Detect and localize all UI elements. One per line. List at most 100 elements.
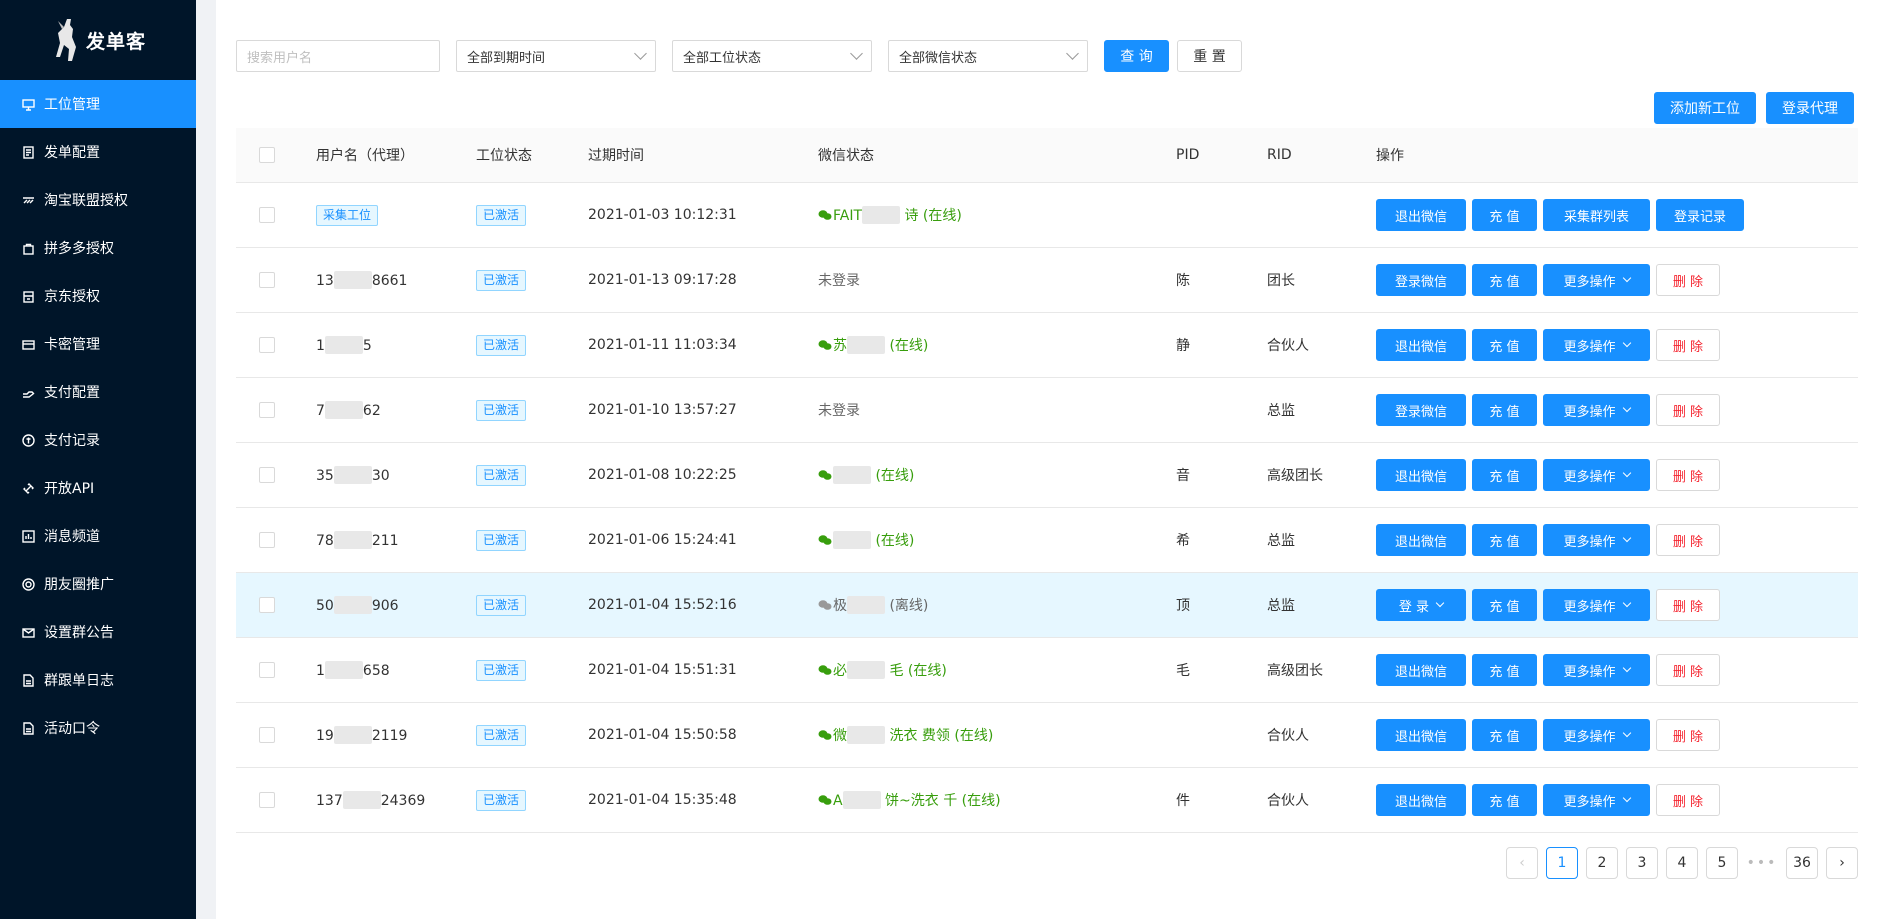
op-button-0[interactable]: 退出微信 <box>1376 329 1466 361</box>
sidebar-item-12[interactable]: 群跟单日志 <box>0 656 196 704</box>
expire-time-select[interactable]: 全部到期时间 <box>456 40 656 72</box>
chevron-down-icon <box>1622 468 1631 478</box>
page-5-button[interactable]: 5 <box>1706 847 1738 879</box>
op-button-2[interactable]: 更多操作 <box>1543 264 1650 296</box>
op-button-2[interactable]: 采集群列表 <box>1543 199 1650 231</box>
page-2-button[interactable]: 2 <box>1586 847 1618 879</box>
page-4-button[interactable]: 4 <box>1666 847 1698 879</box>
op-button-0[interactable]: 退出微信 <box>1376 524 1466 556</box>
op-button-2[interactable]: 更多操作 <box>1543 589 1650 621</box>
op-button-0[interactable]: 退出微信 <box>1376 199 1466 231</box>
wechat-icon <box>818 663 833 679</box>
sidebar-item-2[interactable]: 淘宝联盟授权 <box>0 176 196 224</box>
prev-page-button[interactable]: ‹ <box>1506 847 1538 879</box>
op-button-2[interactable]: 更多操作 <box>1543 394 1650 426</box>
cell-ops: 登录微信 充 值 更多操作 删 除 <box>1376 264 1858 296</box>
select-all-checkbox[interactable] <box>259 147 275 163</box>
row-checkbox[interactable] <box>259 597 275 613</box>
station-status-select[interactable]: 全部工位状态 <box>672 40 872 72</box>
op-button-3[interactable]: 删 除 <box>1656 459 1720 491</box>
row-checkbox[interactable] <box>259 662 275 678</box>
op-button-0[interactable]: 退出微信 <box>1376 719 1466 751</box>
op-button-3[interactable]: 删 除 <box>1656 394 1720 426</box>
op-button-0[interactable]: 登录微信 <box>1376 264 1466 296</box>
cell-status: 已激活 <box>476 334 588 356</box>
op-button-1[interactable]: 充 值 <box>1472 264 1537 296</box>
op-button-0[interactable]: 登 录 <box>1376 589 1466 621</box>
op-button-3[interactable]: 删 除 <box>1656 264 1720 296</box>
row-checkbox[interactable] <box>259 272 275 288</box>
op-label: 登录记录 <box>1673 209 1726 225</box>
wechat-status: 微 洗衣 费领 (在线) <box>818 726 993 744</box>
op-button-0[interactable]: 退出微信 <box>1376 784 1466 816</box>
op-label: 删 除 <box>1672 534 1704 550</box>
op-button-2[interactable]: 更多操作 <box>1543 654 1650 686</box>
op-button-1[interactable]: 充 值 <box>1472 329 1537 361</box>
op-button-3[interactable]: 登录记录 <box>1656 199 1744 231</box>
row-checkbox[interactable] <box>259 727 275 743</box>
sidebar-item-3[interactable]: 拼多多授权 <box>0 224 196 272</box>
row-checkbox[interactable] <box>259 207 275 223</box>
cell-pid: 陈 <box>1176 273 1190 289</box>
cell-ops: 退出微信 充 值 更多操作 删 除 <box>1376 784 1858 816</box>
op-button-2[interactable]: 更多操作 <box>1543 784 1650 816</box>
sidebar-item-9[interactable]: 消息频道 <box>0 512 196 560</box>
op-button-3[interactable]: 删 除 <box>1656 524 1720 556</box>
row-checkbox[interactable] <box>259 532 275 548</box>
sidebar-item-6[interactable]: 支付配置 <box>0 368 196 416</box>
sidebar-item-11[interactable]: 设置群公告 <box>0 608 196 656</box>
op-button-3[interactable]: 删 除 <box>1656 784 1720 816</box>
op-button-2[interactable]: 更多操作 <box>1543 459 1650 491</box>
op-button-3[interactable]: 删 除 <box>1656 589 1720 621</box>
op-button-3[interactable]: 删 除 <box>1656 719 1720 751</box>
op-button-1[interactable]: 充 值 <box>1472 459 1537 491</box>
sidebar-item-13[interactable]: 活动口令 <box>0 704 196 752</box>
row-checkbox[interactable] <box>259 402 275 418</box>
query-button[interactable]: 查 询 <box>1104 40 1169 72</box>
op-button-2[interactable]: 更多操作 <box>1543 719 1650 751</box>
status-badge: 已激活 <box>476 399 527 421</box>
op-button-1[interactable]: 充 值 <box>1472 394 1537 426</box>
next-page-button[interactable]: › <box>1826 847 1858 879</box>
op-button-1[interactable]: 充 值 <box>1472 199 1537 231</box>
row-checkbox[interactable] <box>259 337 275 353</box>
app-logo[interactable]: 发单客 <box>0 0 196 80</box>
op-button-2[interactable]: 更多操作 <box>1543 329 1650 361</box>
op-button-0[interactable]: 退出微信 <box>1376 459 1466 491</box>
row-checkbox[interactable] <box>259 467 275 483</box>
op-button-1[interactable]: 充 值 <box>1472 784 1537 816</box>
add-station-button[interactable]: 添加新工位 <box>1654 92 1756 124</box>
op-button-3[interactable]: 删 除 <box>1656 329 1720 361</box>
op-button-1[interactable]: 充 值 <box>1472 654 1537 686</box>
wechat-status-select[interactable]: 全部微信状态 <box>888 40 1088 72</box>
sidebar-item-4[interactable]: 京东授权 <box>0 272 196 320</box>
op-button-3[interactable]: 删 除 <box>1656 654 1720 686</box>
op-button-1[interactable]: 充 值 <box>1472 589 1537 621</box>
sidebar-item-8[interactable]: 开放API <box>0 464 196 512</box>
op-button-1[interactable]: 充 值 <box>1472 719 1537 751</box>
page-1-button[interactable]: 1 <box>1546 847 1578 879</box>
sidebar-item-10[interactable]: 朋友圈推广 <box>0 560 196 608</box>
chevron-down-icon <box>634 47 647 60</box>
login-proxy-button[interactable]: 登录代理 <box>1766 92 1854 124</box>
page-ellipsis[interactable]: ••• <box>1746 847 1778 879</box>
op-label: 登录微信 <box>1394 404 1447 420</box>
op-button-0[interactable]: 退出微信 <box>1376 654 1466 686</box>
search-input[interactable]: 搜索用户名 <box>236 40 440 72</box>
reset-button[interactable]: 重 置 <box>1177 40 1242 72</box>
op-button-1[interactable]: 充 值 <box>1472 524 1537 556</box>
cell-rid: 高级团长 <box>1267 468 1323 484</box>
sidebar-menu: 工位管理 发单配置 淘宝联盟授权 拼多多授权 京东授权 卡密管理 支付配置 支付记录 开放API… <box>0 80 196 752</box>
wechat-status: A 饼~洗衣 千 (在线) <box>818 791 1001 809</box>
sidebar-item-0[interactable]: 工位管理 <box>0 80 196 128</box>
op-button-0[interactable]: 登录微信 <box>1376 394 1466 426</box>
wechat-icon <box>818 728 833 744</box>
sidebar-item-1[interactable]: 发单配置 <box>0 128 196 176</box>
page-3-button[interactable]: 3 <box>1626 847 1658 879</box>
row-checkbox[interactable] <box>259 792 275 808</box>
sidebar-item-7[interactable]: 支付记录 <box>0 416 196 464</box>
cell-status: 已激活 <box>476 789 588 811</box>
last-page-button[interactable]: 36 <box>1786 847 1818 879</box>
sidebar-item-5[interactable]: 卡密管理 <box>0 320 196 368</box>
op-button-2[interactable]: 更多操作 <box>1543 524 1650 556</box>
